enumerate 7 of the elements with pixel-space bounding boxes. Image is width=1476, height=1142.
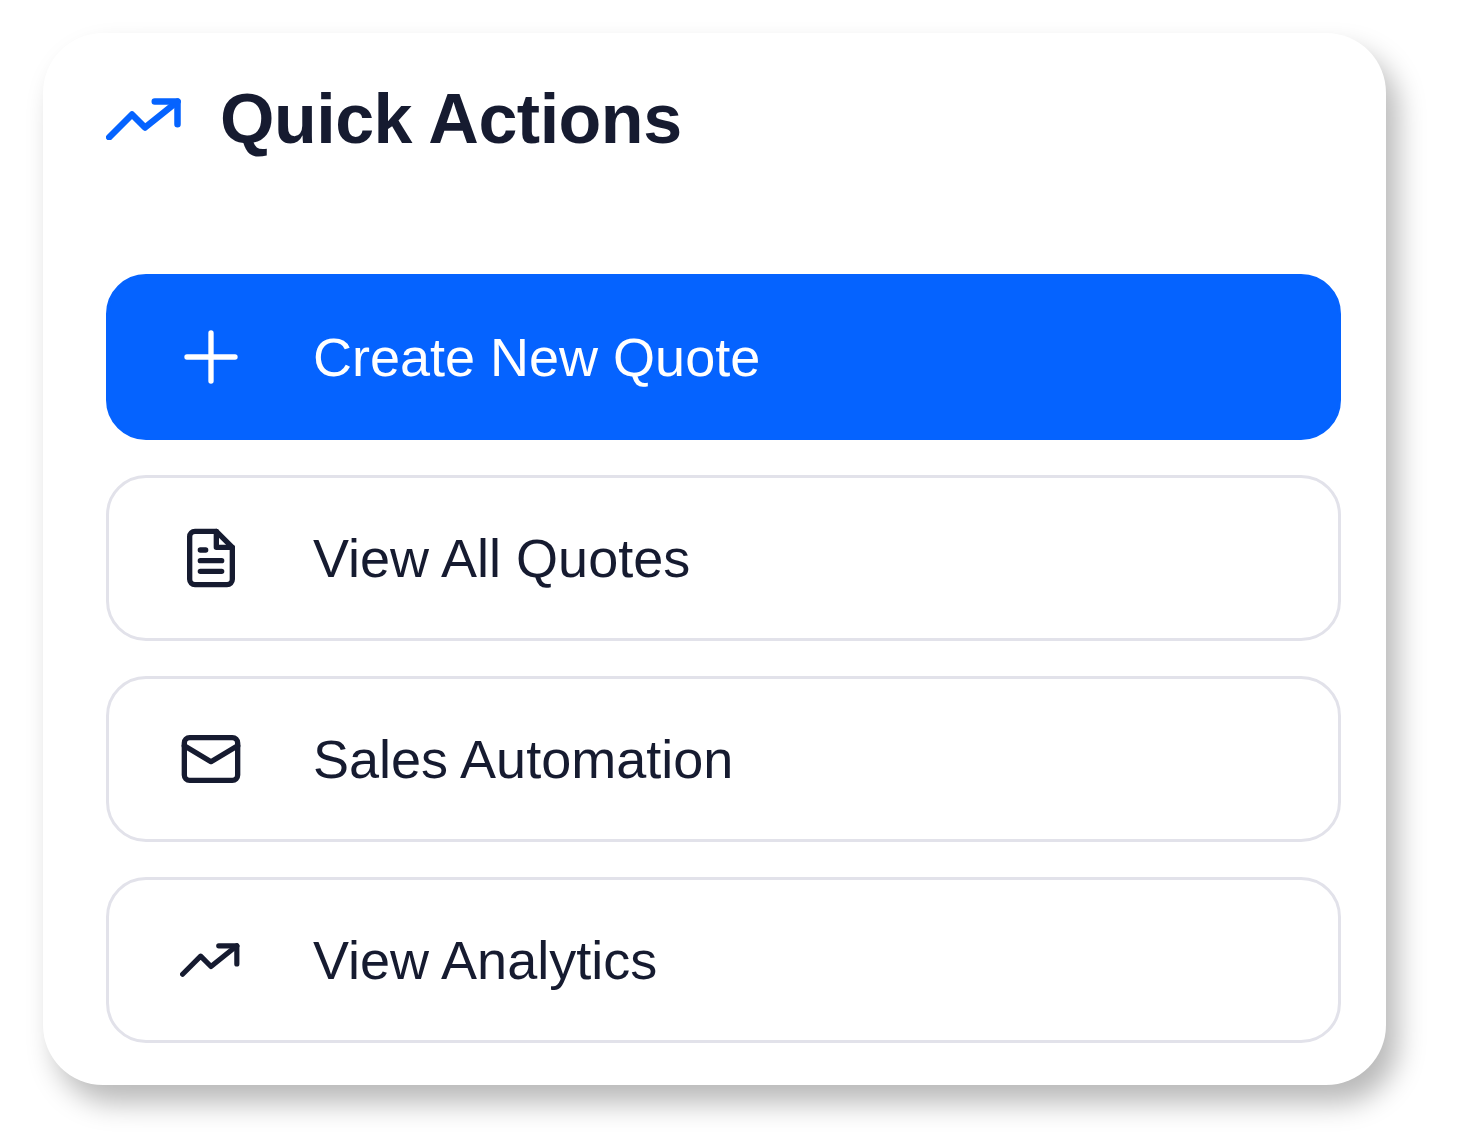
card-title: Quick Actions [220, 79, 682, 159]
action-button[interactable]: View All Quotes [106, 475, 1341, 641]
action-button[interactable]: View Analytics [106, 877, 1341, 1043]
action-button[interactable]: Create New Quote [106, 274, 1341, 440]
trend-icon [106, 97, 184, 141]
action-button[interactable]: Sales Automation [106, 676, 1341, 842]
trend-icon [180, 942, 242, 978]
